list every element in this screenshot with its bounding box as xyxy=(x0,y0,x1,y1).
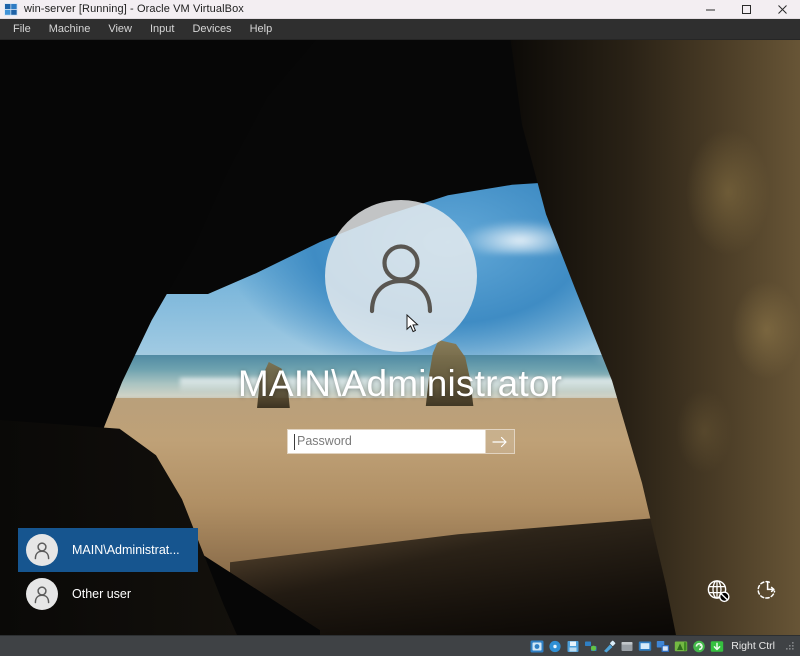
virtualbox-window: win-server [Running] - Oracle VM Virtual… xyxy=(0,0,800,653)
submit-password-button[interactable] xyxy=(485,430,514,453)
menu-input[interactable]: Input xyxy=(141,19,183,39)
window-controls xyxy=(692,0,800,18)
usb-icon[interactable] xyxy=(601,639,616,653)
host-key-icon[interactable] xyxy=(709,639,724,653)
arrow-right-icon xyxy=(492,436,508,448)
title-bar[interactable]: win-server [Running] - Oracle VM Virtual… xyxy=(0,0,800,19)
password-field-row[interactable]: Password xyxy=(287,429,515,454)
virtualbox-icon xyxy=(4,3,18,16)
optical-disk-icon[interactable] xyxy=(547,639,562,653)
device-status-icons xyxy=(529,639,724,653)
menu-machine[interactable]: Machine xyxy=(40,19,100,39)
globe-disconnected-icon[interactable] xyxy=(704,577,732,605)
user-tile-label: MAIN\Administrat... xyxy=(72,543,180,557)
logon-username: MAIN\Administrator xyxy=(0,362,800,406)
network-icon[interactable] xyxy=(583,639,598,653)
resize-grip-icon[interactable] xyxy=(783,640,795,652)
window-title: win-server [Running] - Oracle VM Virtual… xyxy=(24,0,244,18)
user-tile-other-user[interactable]: Other user xyxy=(18,572,198,616)
vm-display[interactable]: MAIN\Administrator Password xyxy=(0,40,800,635)
user-icon xyxy=(26,578,58,610)
user-list: MAIN\Administrat... Other user xyxy=(18,528,198,616)
mouse-integration-icon[interactable] xyxy=(691,639,706,653)
hard-disk-icon[interactable] xyxy=(529,639,544,653)
user-tile-administrator[interactable]: MAIN\Administrat... xyxy=(18,528,198,572)
remote-display-icon[interactable] xyxy=(655,639,670,653)
user-icon xyxy=(26,534,58,566)
close-button[interactable] xyxy=(764,0,800,18)
menu-view[interactable]: View xyxy=(99,19,141,39)
password-placeholder: Password xyxy=(288,430,352,453)
password-input[interactable]: Password xyxy=(288,430,485,453)
menu-bar: File Machine View Input Devices Help xyxy=(0,19,800,40)
power-icon[interactable] xyxy=(754,577,782,605)
shared-folders-icon[interactable] xyxy=(619,639,634,653)
menu-file[interactable]: File xyxy=(4,19,40,39)
menu-help[interactable]: Help xyxy=(241,19,282,39)
logon-actions xyxy=(704,577,782,605)
user-avatar-icon xyxy=(325,200,477,352)
display-icon[interactable] xyxy=(637,639,652,653)
host-key-label: Right Ctrl xyxy=(731,636,775,656)
floppy-disk-icon[interactable] xyxy=(565,639,580,653)
menu-devices[interactable]: Devices xyxy=(183,19,240,39)
text-caret xyxy=(294,434,295,450)
user-tile-label: Other user xyxy=(72,587,131,601)
maximize-button[interactable] xyxy=(728,0,764,18)
recording-icon[interactable] xyxy=(673,639,688,653)
minimize-button[interactable] xyxy=(692,0,728,18)
